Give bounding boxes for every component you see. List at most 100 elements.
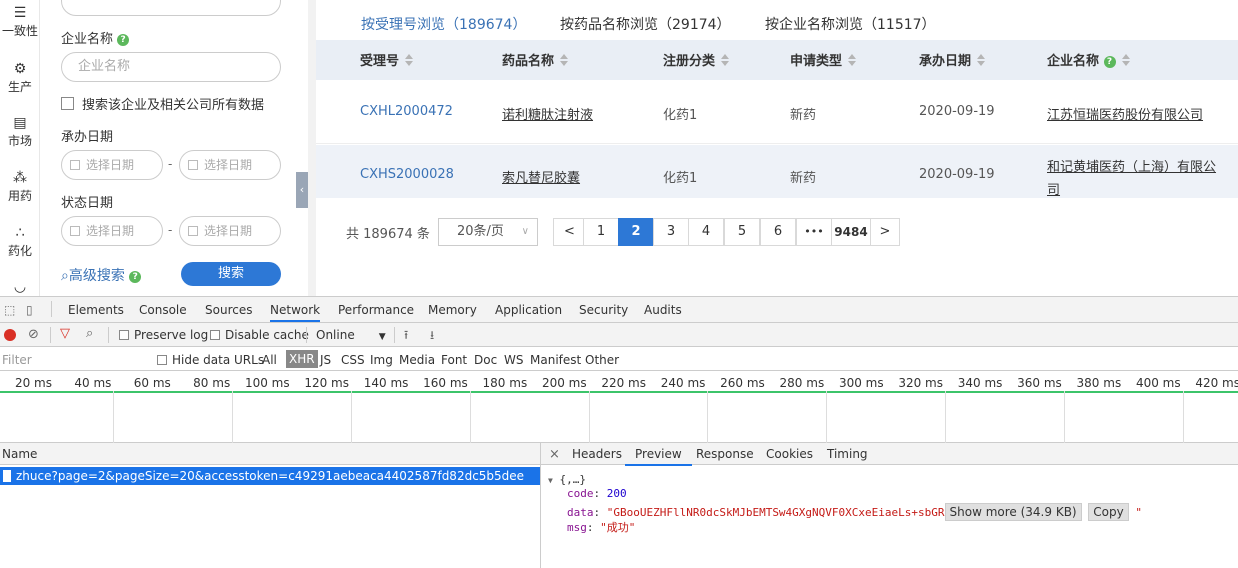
tab-memory[interactable]: Memory <box>428 303 477 317</box>
sort-icon[interactable] <box>405 54 414 66</box>
rail-item-medication[interactable]: ⁂ 用药 <box>0 169 40 204</box>
type-css[interactable]: CSS <box>341 353 365 367</box>
sort-icon[interactable] <box>721 54 730 66</box>
tab-sources[interactable]: Sources <box>205 303 252 317</box>
page-2[interactable]: 2 <box>618 218 654 246</box>
type-xhr[interactable]: XHR <box>286 350 318 368</box>
show-more-button[interactable]: Show more (34.9 KB) <box>944 503 1082 521</box>
rail-item-market[interactable]: ▤ 市场 <box>0 114 40 149</box>
hide-data-urls-checkbox[interactable]: Hide data URLs <box>157 353 264 367</box>
type-js[interactable]: JS <box>320 353 331 367</box>
tab-console[interactable]: Console <box>139 303 187 317</box>
next-page-button[interactable]: > <box>870 218 900 246</box>
close-icon[interactable]: × <box>549 447 560 462</box>
disable-cache-checkbox[interactable]: Disable cache <box>210 328 309 342</box>
search-button[interactable]: 搜索 <box>181 262 281 286</box>
checkbox[interactable] <box>61 97 74 110</box>
company-name-link-wrap[interactable]: 司 <box>1047 179 1060 198</box>
request-row[interactable]: zhuce?page=2&pageSize=20&accesstoken=c49… <box>0 467 540 485</box>
type-other[interactable]: Other <box>585 353 619 367</box>
page-6[interactable]: 6 <box>760 218 796 246</box>
throttle-select[interactable]: Online ▼ <box>316 328 386 342</box>
rail-item-chemistry[interactable]: ∴ 药化 <box>0 224 40 259</box>
tab-by-drug-name[interactable]: 按药品名称浏览（29174） <box>560 14 731 34</box>
column-header-acceptance-no[interactable]: 受理号 <box>360 50 414 69</box>
handle-date-end[interactable]: 选择日期 <box>179 150 281 180</box>
page-ellipsis[interactable]: ••• <box>796 218 832 246</box>
tab-by-acceptance-no[interactable]: 按受理号浏览（189674） <box>361 14 526 34</box>
type-doc[interactable]: Doc <box>474 353 497 367</box>
device-toggle-icon[interactable]: ▯ <box>26 303 33 317</box>
sort-icon[interactable] <box>1121 54 1130 66</box>
acceptance-no-link[interactable]: CXHL2000472 <box>360 104 453 119</box>
type-media[interactable]: Media <box>399 353 435 367</box>
tab-elements[interactable]: Elements <box>68 303 124 317</box>
help-icon[interactable]: ? <box>1103 56 1116 68</box>
record-icon[interactable] <box>4 329 16 341</box>
handle-date-start[interactable]: 选择日期 <box>61 150 163 180</box>
type-ws[interactable]: WS <box>504 353 523 367</box>
column-header-registration-category[interactable]: 注册分类 <box>663 50 730 69</box>
tab-preview[interactable]: Preview <box>625 447 692 466</box>
company-name-link[interactable]: 江苏恒瑞医药股份有限公司 <box>1047 104 1203 123</box>
clear-icon[interactable]: ⊘ <box>28 327 39 342</box>
type-font[interactable]: Font <box>441 353 467 367</box>
page-4[interactable]: 4 <box>688 218 724 246</box>
sort-icon[interactable] <box>848 54 857 66</box>
company-name-link[interactable]: 和记黄埔医药（上海）有限公 <box>1047 156 1216 175</box>
help-icon[interactable]: ? <box>117 34 130 46</box>
drug-name-link[interactable]: 索凡替尼胶囊 <box>502 167 580 186</box>
acceptance-no-link[interactable]: CXHS2000028 <box>360 167 454 182</box>
prev-page-button[interactable]: < <box>553 218 586 246</box>
column-header-company-name[interactable]: 企业名称 ? <box>1047 50 1130 69</box>
company-input[interactable]: 企业名称 <box>61 52 281 82</box>
rail-item-consistency[interactable]: ☰ 一致性 <box>0 4 40 39</box>
tab-response[interactable]: Response <box>696 447 754 461</box>
column-header-application-type[interactable]: 申请类型 <box>790 50 857 69</box>
type-img[interactable]: Img <box>370 353 393 367</box>
column-header-drug-name[interactable]: 药品名称 <box>502 50 569 69</box>
copy-button[interactable]: Copy <box>1088 503 1129 521</box>
json-root[interactable]: ▼ {,…} <box>548 473 586 486</box>
sort-icon[interactable] <box>977 54 986 66</box>
name-column-header[interactable]: Name <box>0 443 540 465</box>
filter-input[interactable]: Filter <box>2 353 142 367</box>
status-date-end[interactable]: 选择日期 <box>179 216 281 246</box>
tab-headers[interactable]: Headers <box>572 447 622 461</box>
tab-security[interactable]: Security <box>579 303 628 317</box>
tab-by-company-name[interactable]: 按企业名称浏览（11517） <box>765 14 936 34</box>
search-related-checkbox[interactable]: 搜索该企业及相关公司所有数据 <box>61 94 264 113</box>
tab-performance[interactable]: Performance <box>338 303 414 317</box>
tab-audits[interactable]: Audits <box>644 303 682 317</box>
page-3[interactable]: 3 <box>653 218 689 246</box>
rail-item-more[interactable]: ◡ <box>0 278 40 296</box>
page-last[interactable]: 9484 <box>831 218 871 246</box>
type-all[interactable]: All <box>262 353 277 367</box>
rail-item-production[interactable]: ⚙ 生产 <box>0 60 40 95</box>
checkbox[interactable] <box>119 330 129 340</box>
preserve-log-checkbox[interactable]: Preserve log <box>119 328 208 342</box>
page-size-select[interactable]: 20条/页 ∨ <box>438 218 538 246</box>
tab-cookies[interactable]: Cookies <box>766 447 813 461</box>
checkbox[interactable] <box>210 330 220 340</box>
checkbox[interactable] <box>157 355 167 365</box>
collapse-panel-button[interactable]: ‹ <box>296 172 308 208</box>
tab-timing[interactable]: Timing <box>827 447 868 461</box>
page-1[interactable]: 1 <box>583 218 619 246</box>
sort-icon[interactable] <box>560 54 569 66</box>
type-manifest[interactable]: Manifest <box>530 353 581 367</box>
status-date-start[interactable]: 选择日期 <box>61 216 163 246</box>
help-icon[interactable]: ? <box>129 271 142 283</box>
import-icon[interactable]: ⭱ <box>404 326 408 347</box>
search-icon[interactable]: ⌕ <box>86 326 93 341</box>
column-header-handle-date[interactable]: 承办日期 <box>919 50 986 69</box>
tab-network[interactable]: Network <box>270 303 321 322</box>
drug-name-link[interactable]: 诺利糖肽注射液 <box>502 104 593 123</box>
page-5[interactable]: 5 <box>724 218 760 246</box>
top-input[interactable] <box>61 0 281 16</box>
export-icon[interactable]: ⭳ <box>430 326 434 347</box>
filter-icon[interactable]: ▽ <box>60 326 70 341</box>
tab-application[interactable]: Application <box>495 303 562 317</box>
inspect-icon[interactable]: ⬚ <box>4 303 15 317</box>
advanced-search-link[interactable]: ⌕高级搜索 ? <box>61 265 142 285</box>
